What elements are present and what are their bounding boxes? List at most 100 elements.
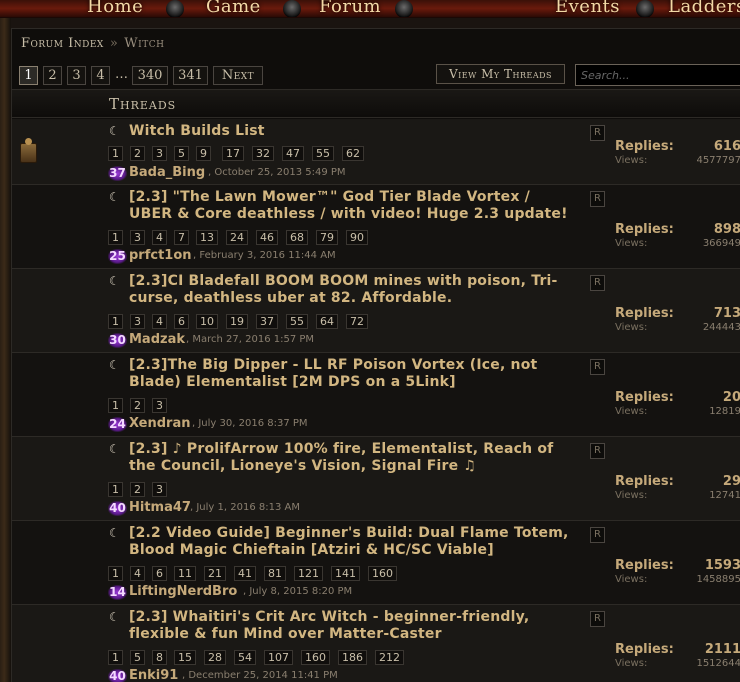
thread-page-link[interactable]: 1 — [108, 314, 123, 329]
thread-page-link[interactable]: 121 — [294, 566, 323, 581]
page-button[interactable]: 3 — [67, 66, 86, 85]
thread-author[interactable]: Madzak — [129, 332, 185, 347]
thread-page-link[interactable]: 46 — [256, 230, 278, 245]
thread-title[interactable]: [2.3]CI Bladefall BOOM BOOM mines with p… — [129, 273, 574, 307]
thread-page-link[interactable]: 3 — [130, 314, 145, 329]
replies-label: Replies: — [615, 222, 674, 237]
thread-author[interactable]: LiftingNerdBro — [129, 584, 237, 599]
thread-date: , March 27, 2016 1:57 PM — [186, 334, 315, 345]
thread-page-link[interactable]: 41 — [234, 566, 256, 581]
thread-title[interactable]: [2.3] "The Lawn Mower™" God Tier Blade V… — [129, 189, 574, 223]
thread-page-link[interactable]: 37 — [256, 314, 278, 329]
thread-page-link[interactable]: 1 — [108, 482, 123, 497]
thread-page-link[interactable]: 160 — [301, 650, 330, 665]
nav-separator-icon — [166, 0, 184, 17]
thread-status-icon: ☾ — [109, 358, 120, 372]
replies-label: Replies: — [615, 642, 674, 657]
thread-page-link[interactable]: 15 — [174, 650, 196, 665]
thread-page-link[interactable]: 7 — [174, 230, 189, 245]
thread-page-link[interactable]: 28 — [204, 650, 226, 665]
thread-title[interactable]: [2.3]The Big Dipper - LL RF Poison Vorte… — [129, 357, 574, 391]
thread-page-link[interactable]: 62 — [342, 146, 364, 161]
thread-page-link[interactable]: 160 — [368, 566, 397, 581]
thread-page-link[interactable]: 8 — [152, 650, 167, 665]
thread-page-link[interactable]: 54 — [234, 650, 256, 665]
thread-page-link[interactable]: 3 — [152, 398, 167, 413]
thread-page-link[interactable]: 212 — [375, 650, 404, 665]
thread-title[interactable]: [2.3] Whaitiri's Crit Arc Witch - beginn… — [129, 609, 574, 643]
rating-badge: R — [590, 275, 605, 291]
thread-page-link[interactable]: 55 — [286, 314, 308, 329]
thread-page-link[interactable]: 72 — [346, 314, 368, 329]
nav-game[interactable]: Game — [206, 0, 261, 17]
thread-page-link[interactable]: 32 — [252, 146, 274, 161]
thread-page-link[interactable]: 186 — [338, 650, 367, 665]
thread-page-link[interactable]: 2 — [130, 482, 145, 497]
thread-author[interactable]: Xendran — [129, 416, 191, 431]
thread-title[interactable]: Witch Builds List — [129, 123, 574, 140]
thread-author[interactable]: Enki91 — [129, 668, 178, 682]
thread-page-link[interactable]: 4 — [130, 566, 145, 581]
thread-page-link[interactable]: 68 — [286, 230, 308, 245]
thread-author[interactable]: Hitma47 — [129, 500, 191, 515]
thread-page-link[interactable]: 13 — [196, 230, 218, 245]
thread-page-link[interactable]: 6 — [152, 566, 167, 581]
thread-title[interactable]: [2.3] ♪ ProlifArrow 100% fire, Elemental… — [129, 441, 574, 475]
page-button[interactable]: 2 — [43, 66, 62, 85]
thread-author[interactable]: Bada_Bing — [129, 165, 205, 180]
nav-ladders[interactable]: Ladders — [668, 0, 740, 17]
view-my-threads-button[interactable]: View My Threads — [436, 64, 565, 84]
threads-header-label: Threads — [109, 95, 177, 113]
thread-page-link[interactable]: 55 — [312, 146, 334, 161]
thread-page-link[interactable]: 64 — [316, 314, 338, 329]
thread-page-link[interactable]: 3 — [130, 230, 145, 245]
user-level-badge: 25 — [108, 249, 127, 264]
nav-separator-icon — [395, 0, 413, 17]
thread-page-link[interactable]: 2 — [130, 146, 145, 161]
thread-page-link[interactable]: 4 — [152, 230, 167, 245]
page-button[interactable]: 341 — [173, 66, 208, 85]
thread-page-link[interactable]: 19 — [226, 314, 248, 329]
nav-home[interactable]: Home — [87, 0, 143, 17]
page-button[interactable]: 340 — [132, 66, 168, 85]
thread-page-link[interactable]: 21 — [204, 566, 226, 581]
thread-page-link[interactable]: 5 — [130, 650, 145, 665]
thread-page-link[interactable]: 81 — [264, 566, 286, 581]
nav-separator-icon — [636, 0, 654, 17]
page-button[interactable]: 1 — [19, 66, 38, 85]
thread-status-icon: ☾ — [109, 124, 120, 138]
thread-title[interactable]: [2.2 Video Guide] Beginner's Build: Dual… — [129, 525, 574, 559]
user-level-badge: 40 — [108, 501, 127, 516]
top-nav: Home Game Forum Events Ladders — [0, 0, 740, 18]
thread-page-link[interactable]: 47 — [282, 146, 304, 161]
page-button[interactable]: 4 — [91, 66, 110, 85]
views-label: Views: — [615, 155, 648, 166]
thread-page-link[interactable]: 9 — [196, 146, 211, 161]
next-page-button[interactable]: Next — [213, 66, 263, 85]
thread-page-link[interactable]: 141 — [331, 566, 360, 581]
thread-page-link[interactable]: 107 — [264, 650, 293, 665]
thread-page-link[interactable]: 17 — [222, 146, 244, 161]
thread-page-link[interactable]: 1 — [108, 566, 123, 581]
thread-page-link[interactable]: 11 — [174, 566, 196, 581]
thread-page-link[interactable]: 3 — [152, 482, 167, 497]
thread-page-link[interactable]: 90 — [346, 230, 368, 245]
search-input[interactable] — [575, 64, 740, 86]
nav-events[interactable]: Events — [555, 0, 620, 17]
thread-page-link[interactable]: 5 — [174, 146, 189, 161]
thread-page-link[interactable]: 10 — [196, 314, 218, 329]
thread-page-link[interactable]: 79 — [316, 230, 338, 245]
breadcrumb-forum-index[interactable]: Forum Index — [21, 36, 104, 51]
thread-page-link[interactable]: 1 — [108, 230, 123, 245]
thread-author[interactable]: prfct1on — [129, 248, 192, 263]
thread-page-link[interactable]: 3 — [152, 146, 167, 161]
views-label: Views: — [615, 574, 648, 585]
thread-page-link[interactable]: 1 — [108, 398, 123, 413]
thread-page-link[interactable]: 24 — [226, 230, 248, 245]
thread-page-link[interactable]: 6 — [174, 314, 189, 329]
thread-page-link[interactable]: 1 — [108, 146, 123, 161]
thread-page-link[interactable]: 4 — [152, 314, 167, 329]
nav-forum[interactable]: Forum — [319, 0, 381, 17]
thread-page-link[interactable]: 2 — [130, 398, 145, 413]
thread-page-link[interactable]: 1 — [108, 650, 123, 665]
